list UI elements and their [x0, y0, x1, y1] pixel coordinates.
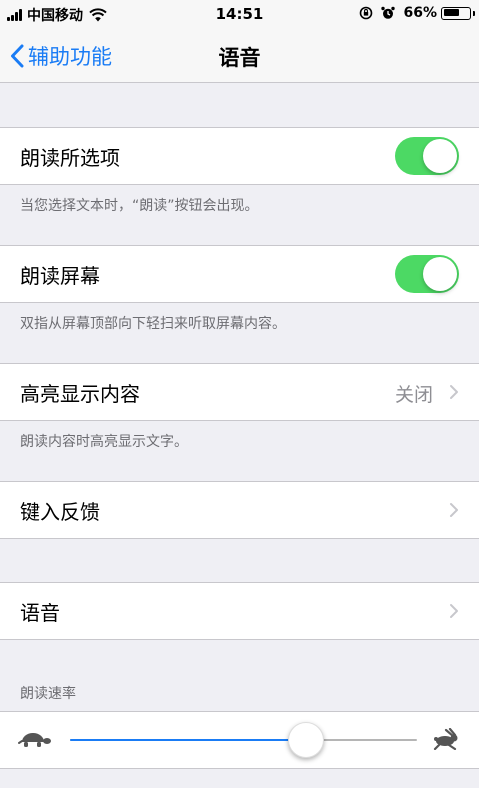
speak-selection-label: 朗读所选项 — [20, 146, 120, 170]
speak-screen-toggle[interactable] — [395, 255, 459, 293]
navigation-bar: 辅助功能 语音 — [0, 30, 479, 83]
typing-feedback-label: 键入反馈 — [20, 500, 100, 524]
alarm-icon — [381, 6, 396, 19]
highlight-content-value: 关闭 — [394, 384, 433, 406]
typing-feedback-row[interactable]: 键入反馈 — [0, 482, 479, 538]
speak-screen-group: 朗读屏幕 — [0, 245, 479, 303]
chevron-right-icon — [450, 604, 458, 618]
speaking-rate-track — [70, 722, 417, 758]
chevron-right-icon — [450, 385, 458, 399]
orientation-lock-icon — [360, 6, 373, 20]
speaking-rate-header: 朗读速率 — [20, 686, 76, 702]
turtle-icon — [18, 733, 51, 747]
highlight-group: 高亮显示内容 关闭 — [0, 363, 479, 421]
speak-screen-label: 朗读屏幕 — [20, 264, 100, 288]
speaking-rate-group — [0, 711, 479, 769]
voices-group: 语音 — [0, 582, 479, 640]
speaking-rate-slider-row — [0, 712, 479, 768]
speak-selection-group: 朗读所选项 — [0, 127, 479, 185]
highlight-content-label: 高亮显示内容 — [20, 382, 140, 406]
speak-selection-footnote: 当您选择文本时，“朗读”按钮会出现。 — [20, 198, 259, 214]
chevron-right-icon — [450, 503, 458, 517]
speak-screen-footnote: 双指从屏幕顶部向下轻扫来听取屏幕内容。 — [20, 316, 286, 332]
battery-percent: 66% — [403, 5, 437, 21]
highlight-content-row[interactable]: 高亮显示内容 关闭 — [0, 364, 479, 420]
hare-icon — [433, 728, 458, 750]
speak-screen-row: 朗读屏幕 — [0, 246, 479, 302]
page-title: 语音 — [218, 46, 261, 70]
battery-icon — [441, 6, 475, 20]
speak-selection-toggle[interactable] — [395, 137, 459, 175]
typing-feedback-group: 键入反馈 — [0, 481, 479, 539]
voices-row[interactable]: 语音 — [0, 583, 479, 639]
speaking-rate-thumb[interactable] — [287, 722, 324, 758]
voices-label: 语音 — [20, 601, 60, 625]
status-bar: 中国移动 14:51 66% — [0, 0, 479, 30]
highlight-footnote: 朗读内容时高亮显示文字。 — [20, 434, 188, 450]
speak-selection-row: 朗读所选项 — [0, 128, 479, 184]
